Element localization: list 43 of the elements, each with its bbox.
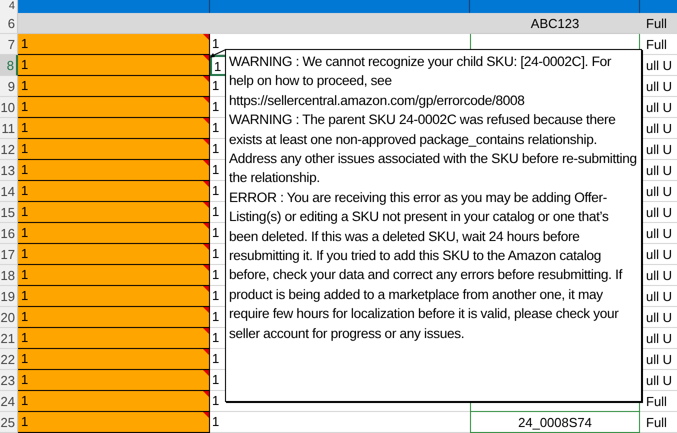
table-cell: 1 (18, 76, 210, 97)
table-cell: 24_0008S74 (470, 412, 640, 433)
row-number: 17 (0, 244, 18, 265)
row-number: 21 (0, 328, 18, 349)
table-cell: 1 (18, 97, 210, 118)
row-number: 25 (0, 412, 18, 433)
table-cell: 1 (18, 412, 210, 433)
table-cell: 1 (18, 118, 210, 139)
row-number: 22 (0, 349, 18, 370)
table-cell: Full (640, 412, 677, 433)
row-number: 24 (0, 391, 18, 412)
table-cell: 1 (18, 265, 210, 286)
row-number: 20 (0, 307, 18, 328)
row-number: 14 (0, 181, 18, 202)
table-cell: 1 (18, 181, 210, 202)
row-number: 4 (0, 0, 18, 13)
table-cell: 1 (18, 244, 210, 265)
table-cell: 1 (18, 55, 210, 76)
row-number: 18 (0, 265, 18, 286)
row-number: 7 (0, 34, 18, 55)
table-cell: 1 (18, 307, 210, 328)
table-cell: 1 (18, 391, 210, 412)
table-cell: 1 (18, 160, 210, 181)
row-number: 12 (0, 139, 18, 160)
table-cell: 1 (18, 34, 210, 55)
table-cell: 1 (18, 370, 210, 391)
row-number: 13 (0, 160, 18, 181)
row-number: 16 (0, 223, 18, 244)
row-number: 11 (0, 118, 18, 139)
table-cell: 1 (18, 202, 210, 223)
row-number: 9 (0, 76, 18, 97)
row-number: 6 (0, 13, 18, 34)
row-number: 19 (0, 286, 18, 307)
row-number: 15 (0, 202, 18, 223)
table-cell: 1 (18, 139, 210, 160)
table-cell: 1 (18, 349, 210, 370)
row-number: 23 (0, 370, 18, 391)
table-cell: 1 (210, 412, 470, 433)
row-number: 10 (0, 97, 18, 118)
table-cell: 1 (18, 223, 210, 244)
table-cell: 1 (18, 286, 210, 307)
row-number: 8 (0, 55, 18, 76)
table-cell: 1 (18, 328, 210, 349)
